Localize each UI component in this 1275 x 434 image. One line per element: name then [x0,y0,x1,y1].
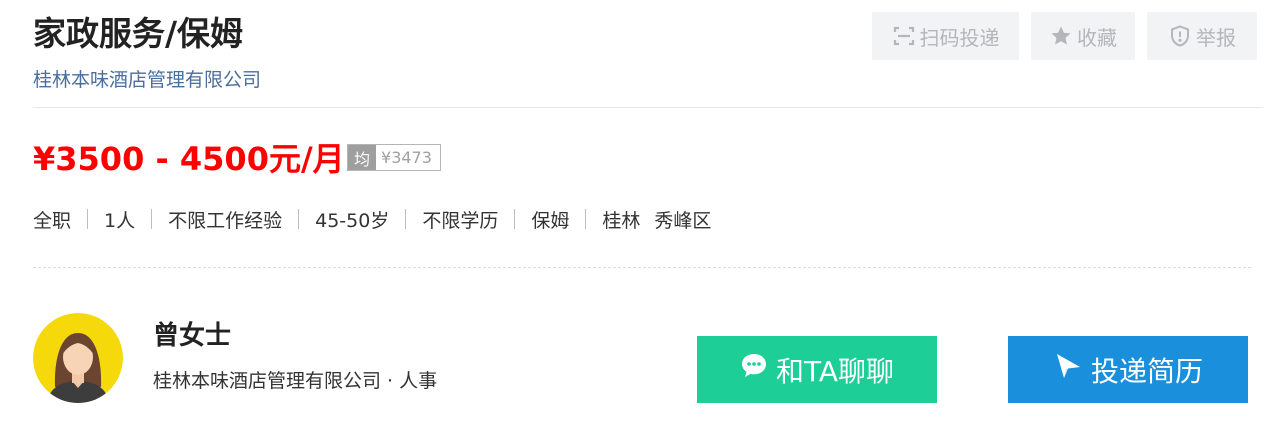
chat-button[interactable]: 和TA聊聊 [697,336,937,403]
company-link[interactable]: 桂林本味酒店管理有限公司 [33,66,261,94]
recruiter-name: 曾女士 [153,321,232,351]
age-range: 45-50岁 [315,209,390,232]
district: 秀峰区 [654,209,712,232]
chat-bubble-icon [740,352,768,387]
chat-button-label: 和TA聊聊 [775,354,895,388]
favorite-label: 收藏 [1077,25,1117,50]
headcount: 1人 [104,209,136,232]
meta-separator [514,209,516,229]
employment-type: 全职 [33,209,72,232]
salary-range: ¥3500 - 4500元/月 [33,140,345,178]
meta-separator [151,209,153,229]
education: 不限学历 [422,209,499,232]
meta-separator [585,209,587,229]
experience: 不限工作经验 [168,209,283,232]
report-button[interactable]: 举报 [1147,12,1257,60]
shield-alert-icon [1168,24,1192,48]
star-icon [1049,24,1073,48]
job-category: 保姆 [531,209,570,232]
average-value: ¥3473 [381,148,432,167]
average-tag: 均 [348,145,377,170]
apply-resume-button[interactable]: 投递简历 [1008,336,1248,403]
female-avatar-icon [33,313,123,403]
favorite-button[interactable]: 收藏 [1031,12,1135,60]
meta-separator [405,209,407,229]
apply-button-label: 投递简历 [1090,354,1203,388]
scan-icon [892,24,916,48]
paper-plane-icon [1053,351,1083,388]
meta-separator [298,209,300,229]
header-divider [33,107,1263,108]
scan-apply-button[interactable]: 扫码投递 [872,12,1019,60]
section-divider [33,267,1251,268]
job-requirements: 全职 1人 不限工作经验 45-50岁 不限学历 保姆 桂林 秀峰区 [33,202,711,236]
city: 桂林 [602,209,641,232]
job-title: 家政服务/保姆 [33,14,244,53]
recruiter-info: 桂林本味酒店管理有限公司 · 人事 [153,370,438,392]
report-label: 举报 [1196,25,1236,50]
recruiter-avatar [33,313,123,403]
average-salary-badge: 均 ¥3473 [347,144,441,171]
scan-apply-label: 扫码投递 [919,25,1000,50]
meta-separator [87,209,89,229]
